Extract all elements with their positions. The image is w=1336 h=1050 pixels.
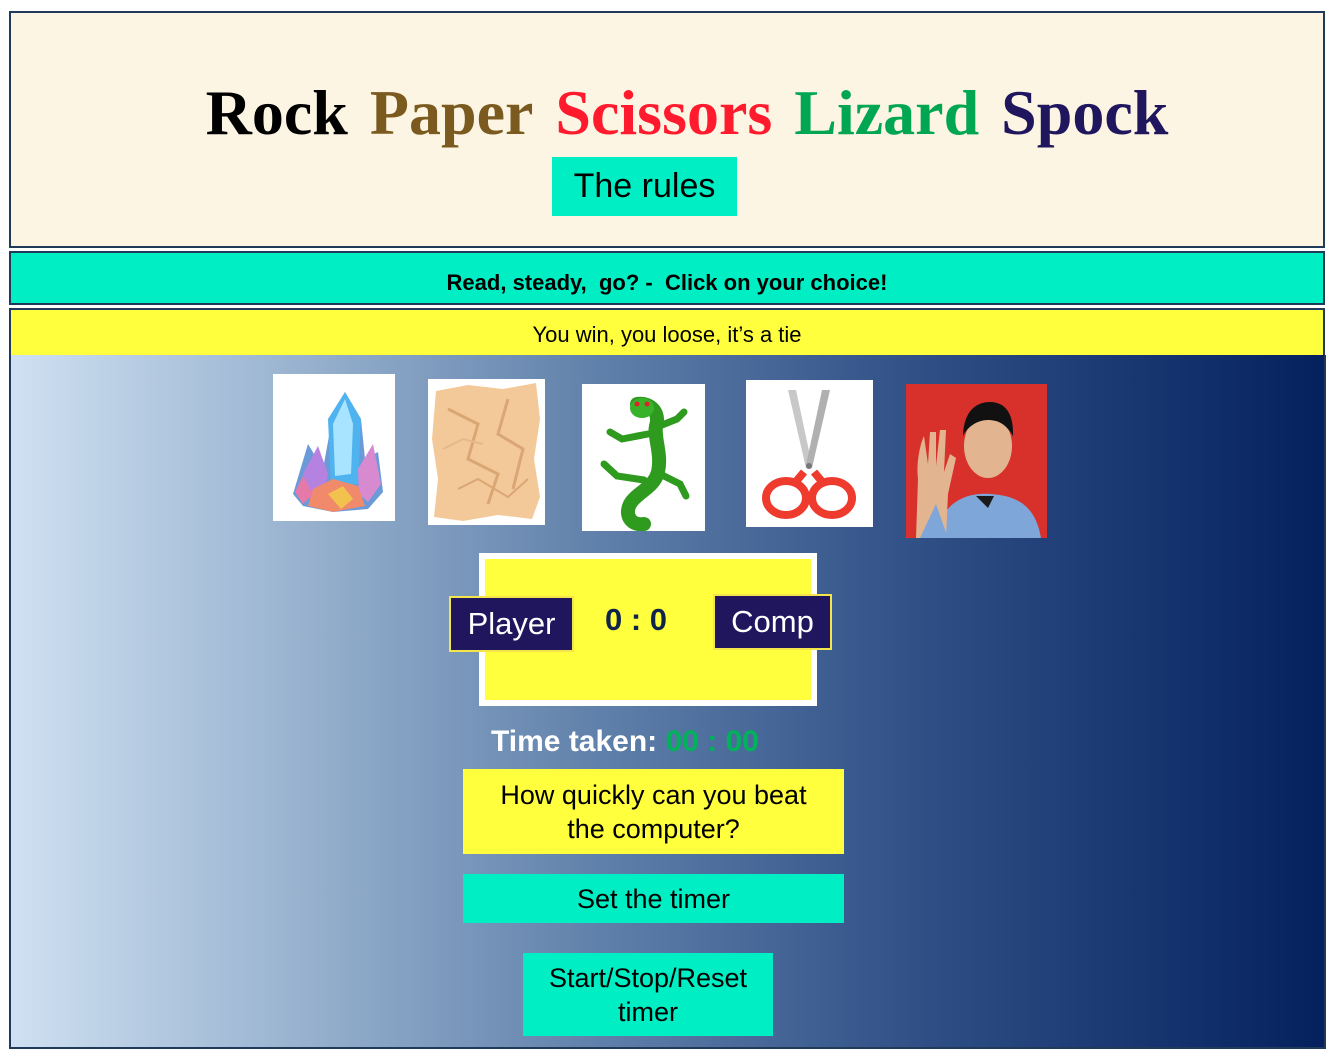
time-taken: Time taken: 00 : 00 <box>491 725 759 759</box>
crystal-rock-image <box>273 374 395 521</box>
time-taken-label: Time taken: <box>491 725 658 758</box>
crumpled-paper-image <box>428 379 545 525</box>
green-lizard-image <box>582 384 705 531</box>
title-word-scissors: Scissors <box>555 77 773 148</box>
player-label: Player <box>449 596 574 652</box>
spock-salute-image <box>906 384 1047 538</box>
rock-choice[interactable] <box>273 374 395 521</box>
comp-label: Comp <box>713 594 832 650</box>
title-word-lizard: Lizard <box>794 77 980 148</box>
header-panel: Rock Paper Scissors Lizard Spock The rul… <box>9 11 1325 248</box>
rules-button[interactable]: The rules <box>552 157 737 216</box>
paper-choice[interactable] <box>428 379 545 525</box>
red-scissors-image <box>746 380 873 527</box>
set-timer-button[interactable]: Set the timer <box>463 874 844 923</box>
prompt-bar: Read, steady, go? - Click on your choice… <box>9 251 1325 305</box>
spock-choice[interactable] <box>906 384 1047 538</box>
title-word-spock: Spock <box>1001 77 1169 148</box>
lizard-choice[interactable] <box>582 384 705 531</box>
challenge-message: How quickly can you beat the computer? <box>463 769 844 854</box>
time-taken-value: 00 : 00 <box>665 725 759 758</box>
result-bar: You win, you loose, it’s a tie <box>9 308 1325 358</box>
title-word-rock: Rock <box>205 77 348 148</box>
timer-control-button[interactable]: Start/Stop/Reset timer <box>523 953 773 1036</box>
page-title: Rock Paper Scissors Lizard Spock <box>11 77 1323 149</box>
title-word-paper: Paper <box>369 77 534 148</box>
score-display: 0 : 0 <box>604 602 668 637</box>
scissors-choice[interactable] <box>746 380 873 527</box>
